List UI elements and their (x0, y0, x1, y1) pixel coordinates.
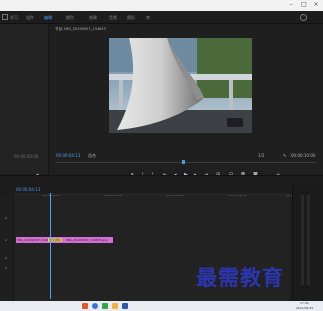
app-icon-browser[interactable] (92, 303, 98, 309)
nav-item-audio[interactable]: 音频 (109, 15, 117, 21)
source-timecode: 00:00:00:00 (14, 154, 39, 159)
track-lock-icon[interactable]: ▪ (5, 216, 7, 220)
clip-label-right: IMG_20190507_134633.jpg (66, 238, 108, 242)
windows-taskbar: 17:04 2021/05/15 (0, 301, 323, 311)
timeline-playhead[interactable] (50, 193, 51, 299)
nav-item-color[interactable]: 颜色 (66, 15, 74, 21)
program-monitor-title: 节目: IMG_20190507_134633 (55, 27, 106, 31)
audio-meter (292, 183, 323, 301)
meter-bar-right (307, 195, 310, 285)
nav-item-assembly[interactable]: 组件 (26, 15, 34, 21)
nav-item-edit[interactable]: 编辑 (44, 15, 52, 21)
track-lock-icon[interactable]: ▪ (5, 238, 7, 242)
window-title-bar: – □ × (0, 0, 323, 11)
nav-item-learn[interactable]: 学习 (10, 15, 18, 21)
app-icon-s[interactable] (82, 303, 88, 309)
program-scrub-bar[interactable] (56, 162, 316, 163)
meter-bar-left (301, 195, 304, 285)
app-icon-wechat[interactable] (102, 303, 108, 309)
app-icon-folder[interactable] (112, 303, 118, 309)
watermark-logo: 最需教育 (196, 265, 284, 290)
program-timecode[interactable]: 00:00:04:13 (56, 153, 80, 158)
nav-item-libraries[interactable]: 库 (146, 15, 150, 21)
home-icon[interactable] (2, 14, 8, 20)
source-panel: 00:00:00:00 (0, 24, 49, 174)
program-playhead[interactable] (182, 160, 185, 164)
minimize-icon[interactable]: – (287, 2, 295, 8)
close-icon[interactable]: × (312, 2, 320, 8)
resolution-dropdown[interactable]: 1/2 (258, 153, 264, 158)
nav-item-effects[interactable]: 效果 (89, 15, 97, 21)
nav-item-graphics[interactable]: 图形 (127, 15, 135, 21)
fit-dropdown[interactable]: 适合 (88, 153, 96, 159)
track-headers: ▪ ▪ ▪ ▪ (0, 196, 14, 301)
timeline-clip[interactable]: IMG_20190507_134633.jpg 交叉叠化 IMG_2019050… (16, 237, 113, 243)
track-lock-icon[interactable]: ▪ (5, 256, 7, 260)
timeline-timecode[interactable]: 00:00:04:13 (16, 187, 40, 192)
maximize-icon[interactable]: □ (300, 2, 308, 8)
program-duration: 00:00:10:00 (291, 153, 316, 158)
search-icon[interactable] (300, 14, 307, 21)
track-lock-icon[interactable]: ▪ (5, 266, 7, 270)
wrench-icon[interactable]: ✎ (283, 153, 286, 158)
taskbar-time: 17:04 (300, 301, 309, 305)
video-frame (109, 38, 252, 133)
workspace-nav: 学习 组件 编辑 颜色 效果 音频 图形 库 (0, 11, 323, 24)
app-icon-premiere[interactable] (122, 303, 128, 309)
video-content (109, 38, 252, 133)
taskbar-date: 2021/05/15 (296, 306, 314, 310)
